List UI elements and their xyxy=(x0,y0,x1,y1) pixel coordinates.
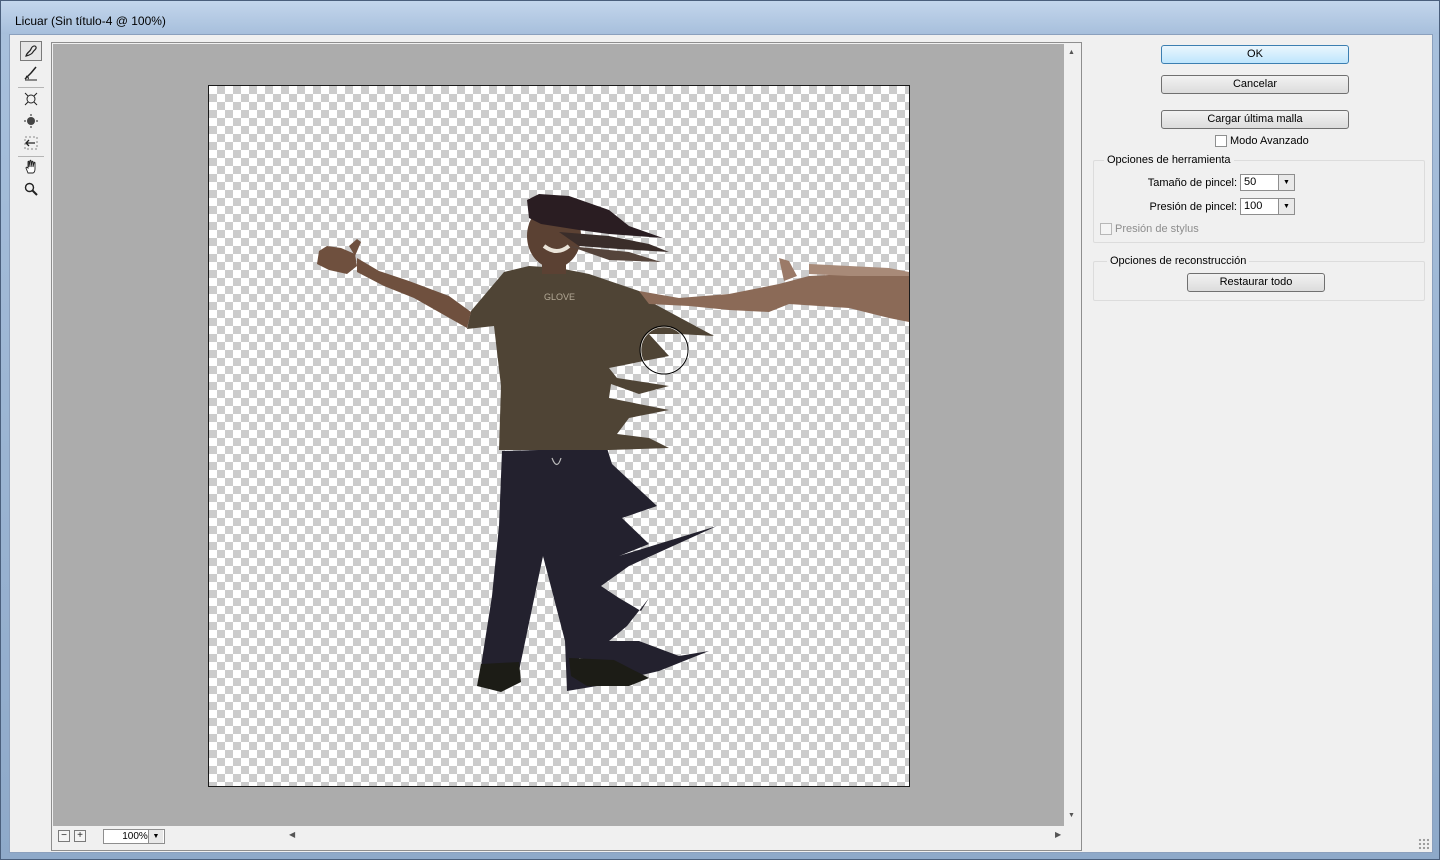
brush-size-value: 50 xyxy=(1244,176,1257,188)
resize-grip-icon[interactable] xyxy=(1418,838,1430,850)
tool-palette xyxy=(10,35,51,852)
title-bar[interactable]: Licuar (Sin título-4 @ 100%) xyxy=(1,1,1439,34)
horizontal-scrollbar[interactable]: ◀ ▶ xyxy=(285,830,1065,844)
vertical-scrollbar[interactable]: ▲ ▼ xyxy=(1064,44,1081,826)
advanced-mode-checkbox[interactable]: Modo Avanzado xyxy=(1215,135,1309,147)
stylus-pressure-checkbox: Presión de stylus xyxy=(1100,223,1199,235)
tool-options-title: Opciones de herramienta xyxy=(1104,154,1234,166)
zoom-value: 100% xyxy=(122,831,148,842)
zoom-dropdown-arrow-icon[interactable]: ▼ xyxy=(148,830,163,843)
push-left-icon[interactable] xyxy=(20,133,42,153)
options-panel: OK Cancelar Cargar última malla Modo Ava… xyxy=(1090,35,1430,852)
brush-pressure-combo[interactable]: 100 ▼ xyxy=(1240,198,1295,215)
tool-options-group: Opciones de herramienta Tamaño de pincel… xyxy=(1093,154,1425,243)
preview-area[interactable]: GLOVE xyxy=(53,44,1064,826)
window-title: Licuar (Sin título-4 @ 100%) xyxy=(15,14,166,28)
reconstruct-options-title: Opciones de reconstrucción xyxy=(1107,255,1250,267)
brush-size-row: Tamaño de pincel: 50 ▼ xyxy=(1094,174,1295,191)
cancel-button[interactable]: Cancelar xyxy=(1161,75,1349,94)
hand-icon[interactable] xyxy=(20,157,42,177)
load-last-mesh-button[interactable]: Cargar última malla xyxy=(1161,110,1349,129)
scroll-up-arrow-icon[interactable]: ▲ xyxy=(1068,49,1075,56)
ok-button[interactable]: OK xyxy=(1161,45,1349,64)
reconstruct-icon[interactable] xyxy=(20,63,42,83)
brush-size-combo[interactable]: 50 ▼ xyxy=(1240,174,1295,191)
pucker-icon[interactable] xyxy=(20,89,42,109)
forward-warp-icon[interactable] xyxy=(20,41,42,61)
reconstruct-options-group: Opciones de reconstrucción Restaurar tod… xyxy=(1093,255,1425,301)
liquify-dialog: Licuar (Sin título-4 @ 100%) GLOVE ▲ ▼ −… xyxy=(0,0,1440,860)
brush-pressure-value: 100 xyxy=(1244,200,1263,212)
scroll-right-arrow-icon[interactable]: ▶ xyxy=(1055,830,1061,839)
liquified-figure: GLOVE xyxy=(317,194,909,692)
zoom-icon[interactable] xyxy=(20,179,42,199)
dialog-body: GLOVE ▲ ▼ − + 100% ▼ ◀ ▶ OK Cancelar Car… xyxy=(9,34,1433,853)
brush-pressure-label: Presión de pincel: xyxy=(1149,200,1237,213)
image-canvas[interactable]: GLOVE xyxy=(208,85,910,787)
stylus-pressure-label: Presión de stylus xyxy=(1115,223,1199,235)
brush-pressure-row: Presión de pincel: 100 ▼ xyxy=(1094,198,1295,215)
zoom-bar: − + 100% ▼ ◀ ▶ xyxy=(53,827,1081,849)
chevron-down-icon[interactable]: ▼ xyxy=(1278,175,1294,190)
zoom-in-button[interactable]: + xyxy=(74,830,86,842)
tool-separator xyxy=(18,87,44,88)
chevron-down-icon[interactable]: ▼ xyxy=(1278,199,1294,214)
scroll-left-arrow-icon[interactable]: ◀ xyxy=(289,830,295,839)
restore-all-button[interactable]: Restaurar todo xyxy=(1187,273,1325,292)
scroll-down-arrow-icon[interactable]: ▼ xyxy=(1068,812,1075,819)
bloat-icon[interactable] xyxy=(20,111,42,131)
brush-size-label: Tamaño de pincel: xyxy=(1147,176,1237,189)
zoom-out-button[interactable]: − xyxy=(58,830,70,842)
advanced-mode-box[interactable] xyxy=(1215,135,1227,147)
stylus-pressure-box xyxy=(1100,223,1112,235)
preview-frame: GLOVE ▲ ▼ − + 100% ▼ ◀ ▶ xyxy=(51,42,1082,851)
advanced-mode-label: Modo Avanzado xyxy=(1230,135,1309,147)
svg-text:GLOVE: GLOVE xyxy=(544,292,575,302)
